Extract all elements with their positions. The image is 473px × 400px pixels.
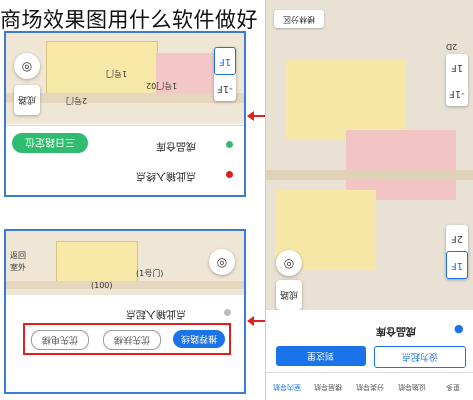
floor-selector[interactable]: 1F -1F bbox=[446, 54, 468, 106]
route-button[interactable]: 成路 bbox=[14, 85, 40, 115]
map-label: 1号门02 bbox=[146, 81, 178, 90]
floor-1f[interactable]: 1F bbox=[446, 54, 468, 80]
indoor-map: 返回 室外 (1号门) (100) ◎ bbox=[6, 231, 244, 295]
map-label: 1号门 bbox=[106, 69, 128, 78]
end-dot bbox=[226, 171, 233, 178]
escalator-route-button[interactable]: 优先扶梯 bbox=[103, 330, 161, 350]
page-title: 商场效果图用什么软件做好 bbox=[0, 8, 258, 32]
tab-more[interactable]: 更多 bbox=[432, 373, 473, 400]
map-label: 室外 bbox=[10, 263, 26, 272]
map-label: (1号门) bbox=[136, 269, 164, 278]
list-item[interactable]: 点此输入终点 bbox=[136, 167, 196, 186]
floor-2f[interactable]: 2F bbox=[446, 225, 468, 251]
floor-selector[interactable]: 1F -1F bbox=[214, 47, 236, 101]
indoor-map: 1号门 1号门02 2号门 ◎ 成路 1F -1F bbox=[6, 33, 244, 123]
pin-icon: ● bbox=[454, 322, 464, 335]
list-item[interactable]: 成品仓库 bbox=[156, 137, 196, 156]
map-preview-top: 1号门 1号门02 2号门 ◎ 成路 1F -1F 三日路定位 成品仓库 点此输… bbox=[4, 31, 246, 197]
elevator-route-button[interactable]: 优先电梯 bbox=[31, 330, 89, 350]
set-start-button[interactable]: 设为起点 bbox=[374, 346, 466, 368]
tab-bar: 室内导航 楼层导航 分类导航 设施导航 更多 bbox=[266, 372, 473, 400]
floor-1f[interactable]: 1F bbox=[446, 251, 468, 279]
bottom-sheet: 成品仓库 ● 设为起点 到这里 室内导航 楼层导航 分类导航 设施导航 更多 bbox=[266, 310, 473, 400]
tab-category-nav[interactable]: 分类导航 bbox=[349, 373, 391, 400]
locate-icon[interactable]: ◎ bbox=[209, 249, 235, 275]
floor-selector[interactable]: 2F 1F bbox=[446, 225, 468, 279]
tab-facility-nav[interactable]: 设施导航 bbox=[391, 373, 433, 400]
start-dot bbox=[224, 309, 231, 316]
destination-title: 成品仓库 bbox=[376, 325, 416, 336]
locate-button[interactable]: 三日路定位 bbox=[12, 133, 88, 153]
list-item[interactable]: 点此输入起点 bbox=[126, 305, 186, 324]
map-preview-bottom: 返回 室外 (1号门) (100) ◎ 点此输入起点 推荐路线 优先扶梯 优先电… bbox=[4, 229, 246, 394]
go-here-button[interactable]: 到这里 bbox=[276, 346, 366, 366]
route-options-highlight: 推荐路线 优先扶梯 优先电梯 bbox=[23, 323, 231, 355]
start-dot bbox=[226, 141, 233, 148]
floor-search[interactable]: 楼林分区 bbox=[274, 10, 324, 28]
floor-b1[interactable]: -1F bbox=[446, 80, 468, 106]
floor-b1[interactable]: -1F bbox=[214, 75, 236, 101]
route-button[interactable]: 成路 bbox=[276, 280, 302, 310]
locate-icon[interactable]: ◎ bbox=[14, 53, 40, 79]
view-toggle[interactable]: 2D bbox=[446, 34, 457, 53]
phone-screen: 楼林分区 2D 1F -1F 2F 1F ◎ 成路 成品仓库 ● 设为起点 到这… bbox=[265, 0, 473, 400]
map-label: 2号门 bbox=[66, 96, 88, 105]
locate-icon[interactable]: ◎ bbox=[276, 250, 302, 276]
map-label: (100) bbox=[91, 281, 113, 290]
indoor-3d-map: 楼林分区 2D 1F -1F 2F 1F ◎ 成路 bbox=[266, 0, 473, 310]
tab-indoor-nav[interactable]: 室内导航 bbox=[266, 373, 308, 400]
floor-1f[interactable]: 1F bbox=[214, 47, 236, 75]
tab-floor-nav[interactable]: 楼层导航 bbox=[308, 373, 350, 400]
recommended-route-button[interactable]: 推荐路线 bbox=[173, 330, 225, 348]
